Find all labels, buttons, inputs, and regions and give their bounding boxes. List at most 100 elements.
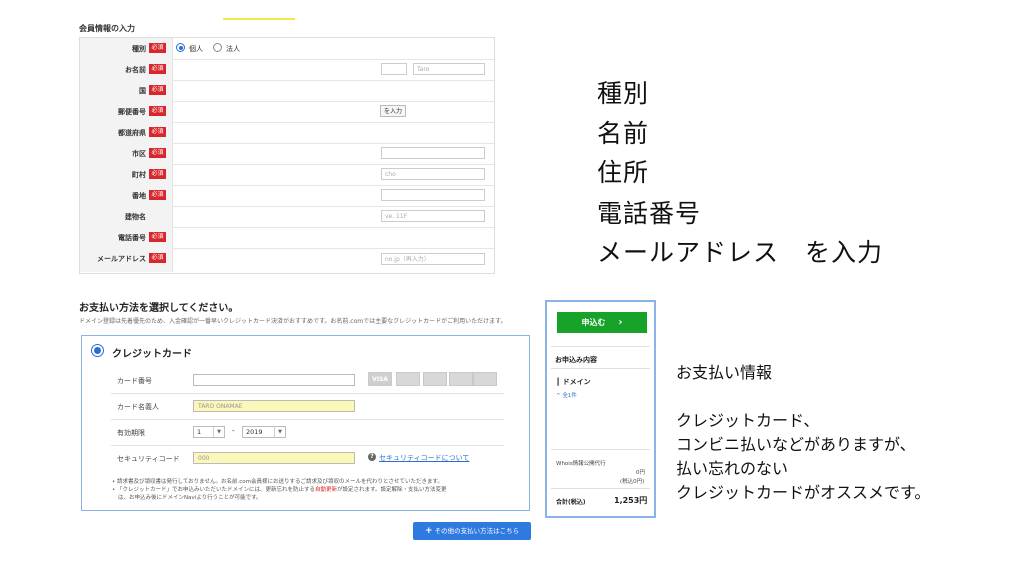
required-badge: 必須	[149, 169, 166, 179]
chevron-down-icon: ▼	[213, 427, 224, 437]
expiry-row: 有効期限 1 ▼ - 2019 ▼	[111, 419, 504, 446]
row-prefecture: 都道府県 必須	[80, 122, 494, 144]
mastercard-logo-icon	[396, 372, 420, 386]
expiry-label: 有効期限	[117, 429, 145, 437]
total-value: 1,253円	[614, 496, 648, 505]
row-label: 建物名	[125, 213, 146, 221]
required-badge: 必須	[149, 43, 166, 53]
security-code-row: セキュリティコード 000 ? セキュリティコードについて	[111, 445, 504, 471]
row-name: お名前 必須 Taro	[80, 59, 494, 81]
row-label: 郵便番号	[118, 108, 146, 116]
note-payment-line-5: 払い忘れのない	[676, 459, 789, 478]
note-payment-line-6: クレジットカードがオススメです。	[676, 483, 931, 502]
radio-individual[interactable]	[176, 43, 185, 52]
row-label: 種別	[132, 45, 146, 53]
domain-count-link[interactable]: ^ 全1件	[556, 391, 577, 399]
row-town: 町村 必須 cho	[80, 164, 494, 186]
required-badge: 必須	[149, 127, 166, 137]
row-type: 種別 必須 個人 法人	[80, 38, 494, 60]
expiry-separator: -	[232, 427, 235, 435]
row-label: メールアドレス	[97, 255, 146, 263]
row-label: 町村	[132, 171, 146, 179]
row-label: お名前	[125, 66, 146, 74]
card-holder-input[interactable]: TARO ONAMAE	[193, 400, 355, 412]
address-autofill-button[interactable]: を入力	[380, 105, 407, 117]
security-code-help-link[interactable]: セキュリティコードについて	[379, 453, 469, 463]
required-badge: 必須	[149, 148, 166, 158]
expiry-month-value: 1	[197, 428, 202, 436]
note-line-3: は、お申込み後にドメインNaviより行うことが可能です。	[118, 495, 262, 501]
other-payment-methods-label: その他の支払い方法はこちら	[434, 527, 520, 535]
section-title: 会員情報の入力	[79, 24, 135, 33]
divider	[551, 346, 650, 347]
card-holder-row: カード名義人 TARO ONAMAE	[111, 393, 504, 420]
member-info-table: 種別 必須 個人 法人 お名前 必須 Taro 国 必須 郵便番号 必須 を入力	[79, 37, 495, 274]
auto-renew-text: 自動更新	[315, 487, 338, 493]
row-label: 市区	[132, 150, 146, 158]
jcb-logo-icon	[423, 372, 447, 386]
amex-logo-icon	[449, 372, 473, 386]
help-icon: ?	[368, 453, 376, 461]
first-name-input[interactable]: Taro	[413, 63, 485, 75]
total-label: 合計(税込)	[556, 499, 586, 506]
whois-price: 0円	[636, 470, 645, 476]
radio-individual-label: 個人	[189, 45, 203, 53]
row-phone: 電話番号 必須	[80, 227, 494, 249]
email-confirm-input[interactable]: no.jp（再入力）	[381, 253, 485, 265]
diners-logo-icon	[473, 372, 497, 386]
radio-corporate-label: 法人	[226, 45, 240, 53]
row-label: 番地	[132, 192, 146, 200]
row-city: 市区 必須	[80, 143, 494, 165]
note-address: 住所	[597, 158, 650, 187]
order-domain-label: ┃ ドメイン	[556, 378, 591, 386]
row-label: 都道府県	[118, 129, 146, 137]
required-badge: 必須	[149, 232, 166, 242]
note-line-2a: 「クレジットカード」でお申込みいただいたドメインには、更新忘れを防止する	[117, 487, 316, 493]
visa-logo-icon: VISA	[368, 372, 392, 386]
highlight-bar	[223, 18, 295, 20]
chevron-right-icon: ›	[618, 317, 623, 328]
divider	[551, 368, 650, 369]
card-number-input[interactable]	[193, 374, 355, 386]
plus-icon: +	[424, 526, 433, 536]
note-payment-line-4: コンビニ払いなどがありますが、	[676, 435, 916, 454]
required-badge: 必須	[149, 106, 166, 116]
note-phone: 電話番号	[597, 199, 702, 228]
row-zip: 郵便番号 必須 を入力	[80, 101, 494, 123]
row-label: 国	[139, 87, 146, 95]
expiry-month-select[interactable]: 1 ▼	[193, 426, 225, 438]
other-payment-methods-button[interactable]: + その他の支払い方法はこちら	[413, 522, 531, 540]
security-code-input[interactable]: 000	[193, 452, 355, 464]
security-code-label: セキュリティコード	[117, 455, 180, 463]
note-type: 種別	[597, 79, 650, 108]
last-name-input[interactable]	[381, 63, 407, 75]
payment-title: お支払い方法を選択してください。	[79, 303, 239, 314]
city-input[interactable]	[381, 147, 485, 159]
expiry-year-select[interactable]: 2019 ▼	[242, 426, 286, 438]
town-input[interactable]: cho	[381, 168, 485, 180]
building-input[interactable]: ve. 11F	[381, 210, 485, 222]
card-number-label: カード番号	[117, 377, 152, 385]
note-payment-line-3: クレジットカード、	[676, 411, 820, 430]
row-street: 番地 必須	[80, 185, 494, 207]
credit-card-title: クレジットカード	[112, 349, 192, 360]
note-name: 名前	[597, 119, 650, 148]
apply-button[interactable]: 申込む ›	[557, 312, 647, 333]
radio-corporate[interactable]	[213, 43, 222, 52]
divider	[551, 449, 650, 450]
payment-description: ドメイン登録は先着優先のため、入金確認が一番早いクレジットカード決済がおすすめで…	[79, 318, 507, 325]
required-badge: 必須	[149, 253, 166, 263]
whois-tax: (税込0円)	[620, 479, 645, 485]
payment-notes: • 請求書及び領収書は発行しておりません。お名前.com会員様にお送りするご請求…	[112, 479, 447, 501]
street-input[interactable]	[381, 189, 485, 201]
row-email: メールアドレス 必須 no.jp（再入力）	[80, 248, 494, 272]
apply-button-label: 申込む	[581, 318, 606, 327]
whois-label: Whois情報公開代行	[556, 461, 606, 467]
required-badge: 必須	[149, 190, 166, 200]
row-building: 建物名 ve. 11F	[80, 206, 494, 228]
order-summary-heading: お申込み内容	[555, 356, 597, 364]
note-email: メールアドレス を入力	[597, 238, 884, 267]
divider	[551, 488, 650, 489]
row-country: 国 必須	[80, 80, 494, 102]
credit-card-radio[interactable]	[91, 344, 104, 357]
